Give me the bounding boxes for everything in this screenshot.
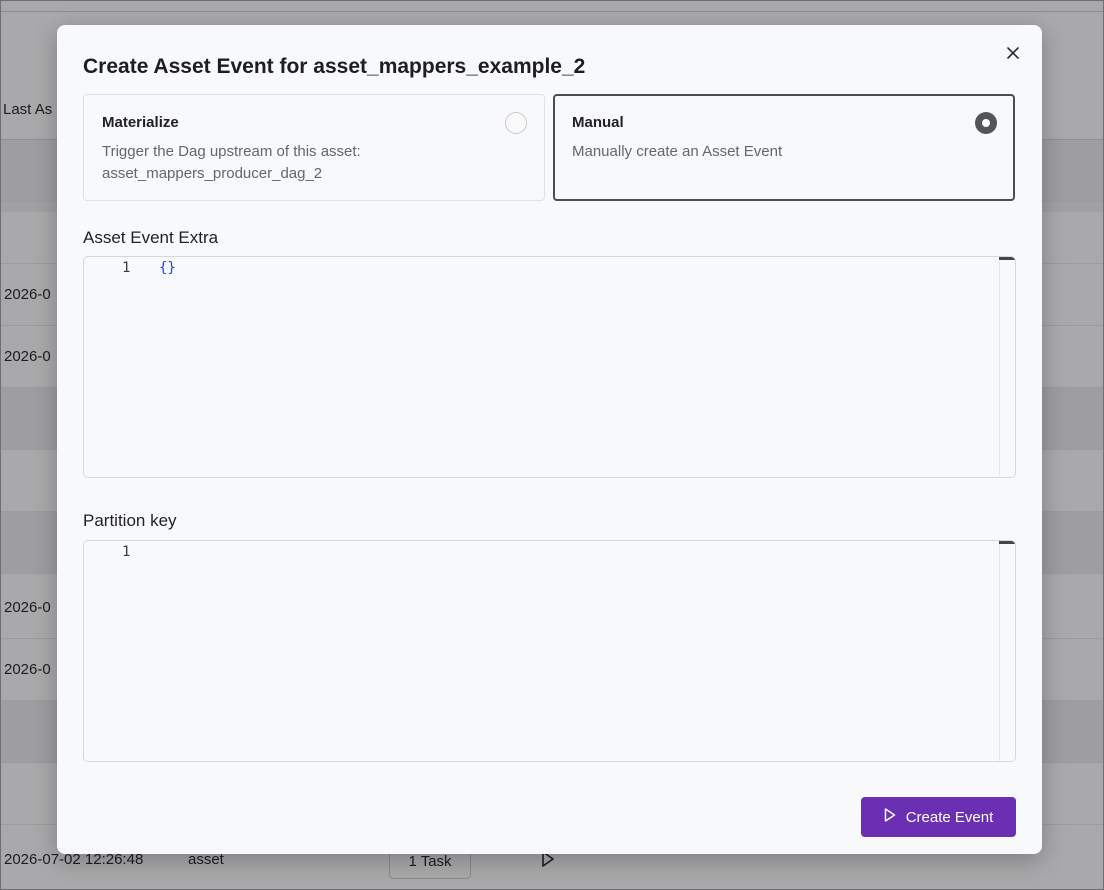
create-asset-event-dialog: Create Asset Event for asset_mappers_exa… [57, 25, 1042, 854]
partition-key-editor[interactable]: 1 [83, 540, 1016, 762]
close-icon [1007, 46, 1019, 64]
top-divider [1, 11, 1103, 12]
option-description: Manually create an Asset Event [572, 143, 783, 160]
create-event-button[interactable]: Create Event [861, 797, 1016, 837]
row-date: 2026-0 [4, 348, 51, 365]
scrollbar-thumb[interactable] [999, 257, 1015, 260]
play-icon[interactable] [541, 851, 555, 872]
scrollbar[interactable] [999, 541, 1015, 761]
asset-event-extra-label: Asset Event Extra [83, 228, 219, 247]
partition-key-label: Partition key [83, 511, 177, 530]
scrollbar-thumb[interactable] [999, 541, 1015, 544]
option-title: Manual [572, 114, 624, 131]
play-icon [884, 808, 896, 826]
radio-manual[interactable] [975, 112, 997, 134]
row-date: 2026-0 [4, 599, 51, 616]
create-event-label: Create Event [905, 808, 994, 826]
option-manual[interactable]: Manual Manually create an Asset Event [553, 94, 1015, 201]
option-materialize[interactable]: Materialize Trigger the Dag upstream of … [83, 94, 545, 201]
asset-event-extra-editor[interactable]: 1 {} [83, 256, 1016, 478]
scrollbar[interactable] [999, 257, 1015, 477]
option-title: Materialize [102, 114, 179, 131]
code-content[interactable]: {} [159, 260, 176, 276]
close-button[interactable] [1001, 43, 1025, 67]
option-description: Trigger the Dag upstream of this asset: … [102, 143, 361, 182]
column-header-last-asset: Last As [3, 101, 53, 118]
line-number: 1 [122, 544, 131, 560]
radio-materialize[interactable] [505, 112, 527, 134]
dialog-title: Create Asset Event for asset_mappers_exa… [83, 55, 586, 78]
row-date: 2026-0 [4, 661, 51, 678]
line-number: 1 [122, 260, 131, 276]
row-date: 2026-0 [4, 286, 51, 303]
